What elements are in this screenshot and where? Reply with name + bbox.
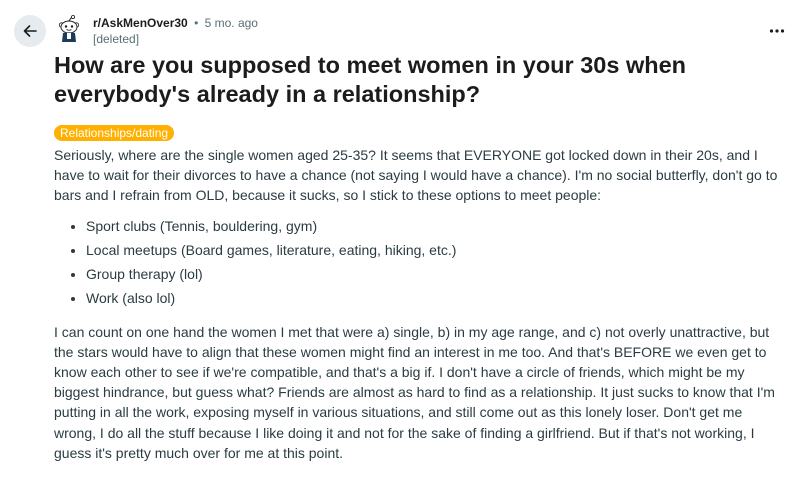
arrow-left-icon (23, 25, 37, 37)
post-meta: r/AskMenOver30 • 5 mo. ago (93, 15, 258, 31)
post-paragraph: I can count on one hand the women I met … (54, 323, 775, 461)
more-options-icon (769, 29, 785, 33)
list-item: Work (also lol) (86, 288, 784, 308)
post-title: How are you supposed to meet women in yo… (54, 52, 687, 107)
more-options-button[interactable] (766, 22, 788, 40)
post-paragraph: Seriously, where are the single women ag… (54, 147, 778, 204)
post-age: 5 mo. ago (204, 16, 258, 30)
list-item: Sport clubs (Tennis, bouldering, gym) (86, 216, 784, 236)
meta-separator: • (194, 16, 199, 30)
meeting-options-list: Sport clubs (Tennis, bouldering, gym) Lo… (86, 216, 784, 308)
snoo-avatar-icon[interactable] (57, 15, 81, 43)
subreddit-link[interactable]: r/AskMenOver30 (93, 16, 188, 30)
list-item: Local meetups (Board games, literature, … (86, 240, 784, 260)
post-body: Seriously, where are the single women ag… (54, 145, 784, 463)
back-button[interactable] (14, 15, 46, 47)
list-item: Group therapy (lol) (86, 264, 784, 284)
post-author: [deleted] (93, 32, 140, 46)
post-flair[interactable]: Relationships/dating (54, 125, 175, 141)
